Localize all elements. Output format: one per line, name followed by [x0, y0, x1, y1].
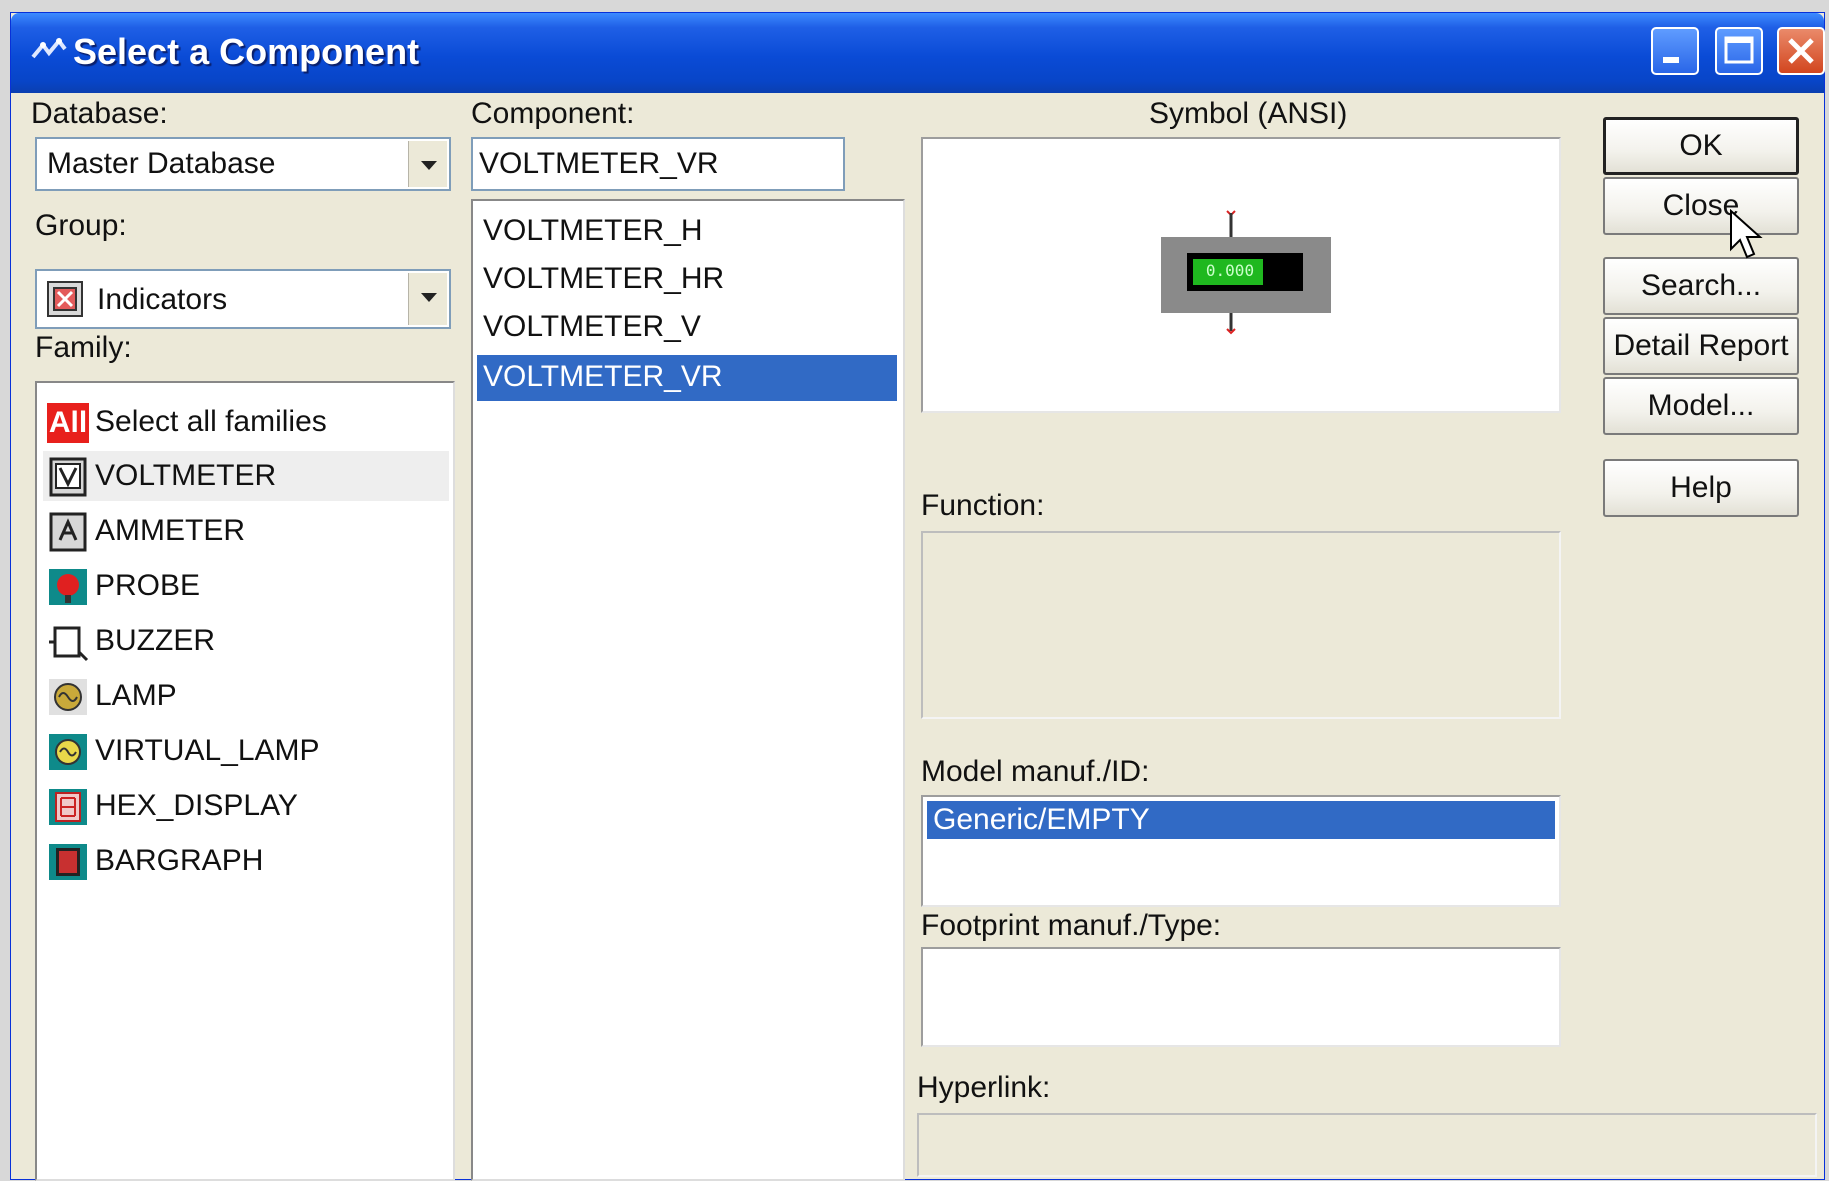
component-item-label: VOLTMETER_V: [483, 310, 701, 343]
family-item-voltmeter[interactable]: VOLTMETER: [43, 451, 449, 501]
meter-readout: 0.000: [1205, 261, 1255, 280]
family-label: Family:: [35, 331, 132, 364]
group-selected-value: Indicators: [97, 283, 228, 316]
ok-button-label: OK: [1679, 129, 1723, 162]
group-dropdown-button[interactable]: [408, 273, 447, 325]
database-selected-value: Master Database: [47, 147, 276, 180]
component-item-label: VOLTMETER_HR: [483, 262, 725, 295]
chevron-down-icon: [421, 293, 437, 302]
select-component-dialog: Select a Component Database: Master Data…: [10, 12, 1825, 1181]
window-title: Select a Component: [73, 31, 420, 72]
close-button[interactable]: Close: [1603, 177, 1799, 235]
symbol-preview: 0.000: [921, 137, 1561, 413]
database-label: Database:: [31, 97, 168, 130]
family-list[interactable]: All Select all families VOLTMETER AMMETE…: [35, 381, 455, 1181]
family-item-hex-display[interactable]: HEX_DISPLAY: [43, 781, 449, 831]
hyperlink-field[interactable]: [917, 1113, 1817, 1177]
component-list[interactable]: VOLTMETER_H VOLTMETER_HR VOLTMETER_V VOL…: [471, 199, 905, 1181]
detail-report-button-label: Detail Report: [1613, 329, 1789, 362]
family-item-label: VIRTUAL_LAMP: [95, 734, 320, 767]
chevron-down-icon: [421, 161, 437, 170]
minimize-icon: [1663, 57, 1679, 63]
component-item[interactable]: VOLTMETER_V: [477, 307, 897, 347]
maximize-button[interactable]: [1715, 27, 1763, 75]
family-item-label: BUZZER: [95, 624, 215, 657]
model-item-label: Generic/EMPTY: [933, 803, 1150, 836]
family-item-all[interactable]: All Select all families: [43, 397, 449, 447]
family-item-label: HEX_DISPLAY: [95, 789, 298, 822]
probe-icon: [49, 569, 87, 605]
search-button-label: Search...: [1640, 269, 1762, 302]
virtual-lamp-icon: [49, 734, 87, 770]
bargraph-icon: [49, 844, 87, 880]
hex-display-icon: [49, 789, 87, 825]
family-item-label: AMMETER: [95, 514, 245, 547]
component-label: Component:: [471, 97, 635, 130]
family-item-bargraph[interactable]: BARGRAPH: [43, 836, 449, 886]
function-label: Function:: [921, 489, 1045, 522]
help-button[interactable]: Help: [1603, 459, 1799, 517]
footprint-label: Footprint manuf./Type:: [921, 909, 1222, 942]
lamp-icon: [49, 679, 87, 715]
group-select[interactable]: Indicators: [35, 269, 451, 329]
ammeter-icon: [49, 512, 87, 552]
model-list[interactable]: Generic/EMPTY: [921, 795, 1561, 907]
component-item-label: VOLTMETER_VR: [483, 360, 723, 393]
family-item-probe[interactable]: PROBE: [43, 561, 449, 611]
model-item-selected[interactable]: Generic/EMPTY: [927, 801, 1555, 839]
family-item-buzzer[interactable]: BUZZER: [43, 616, 449, 666]
detail-report-button[interactable]: Detail Report: [1603, 317, 1799, 375]
footprint-list[interactable]: [921, 947, 1561, 1047]
family-item-label: VOLTMETER: [95, 459, 277, 492]
mouse-pointer-icon: [1730, 209, 1763, 259]
ok-button[interactable]: OK: [1603, 117, 1799, 175]
group-label: Group:: [35, 209, 127, 242]
family-item-virtual-lamp[interactable]: VIRTUAL_LAMP: [43, 726, 449, 776]
component-input[interactable]: [471, 137, 845, 191]
close-button-label: Close: [1662, 189, 1740, 222]
model-label: Model manuf./ID:: [921, 755, 1150, 788]
database-select[interactable]: Master Database: [35, 137, 451, 191]
component-item-selected[interactable]: VOLTMETER_VR: [477, 355, 897, 401]
all-families-icon: All: [47, 403, 89, 443]
family-item-label: BARGRAPH: [95, 844, 264, 877]
search-button[interactable]: Search...: [1603, 257, 1799, 315]
minimize-button[interactable]: [1651, 27, 1699, 75]
hyperlink-label: Hyperlink:: [917, 1071, 1051, 1104]
database-dropdown-button[interactable]: [408, 141, 447, 187]
close-icon: [1788, 38, 1814, 64]
function-field: [921, 531, 1561, 719]
indicators-group-icon: [47, 281, 83, 317]
component-item-label: VOLTMETER_H: [483, 214, 703, 247]
symbol-label: Symbol (ANSI): [1149, 97, 1348, 130]
title-bar[interactable]: Select a Component: [11, 13, 1825, 93]
component-text-field[interactable]: [473, 139, 843, 189]
model-button-label: Model...: [1647, 389, 1755, 422]
family-item-lamp[interactable]: LAMP: [43, 671, 449, 721]
maximize-icon: [1724, 36, 1754, 64]
component-item[interactable]: VOLTMETER_HR: [477, 259, 897, 299]
component-app-icon: [31, 37, 67, 59]
family-item-label: LAMP: [95, 679, 177, 712]
model-button[interactable]: Model...: [1603, 377, 1799, 435]
buzzer-icon: [49, 626, 89, 662]
help-button-label: Help: [1670, 471, 1732, 504]
family-item-label: PROBE: [95, 569, 201, 602]
component-item[interactable]: VOLTMETER_H: [477, 211, 897, 251]
close-window-button[interactable]: [1777, 27, 1825, 75]
family-item-ammeter[interactable]: AMMETER: [43, 506, 449, 556]
voltmeter-icon: [49, 457, 87, 497]
family-item-label: Select all families: [95, 405, 327, 438]
